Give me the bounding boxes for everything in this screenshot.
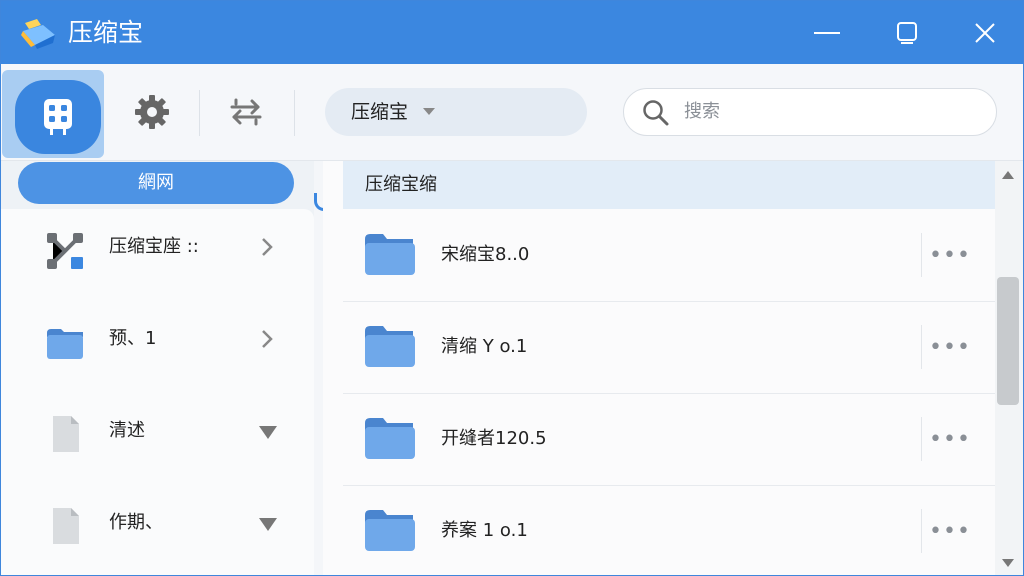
- folder-icon: [47, 329, 83, 359]
- file-list-header: 压缩宝缩: [343, 161, 995, 209]
- folder-icon: [365, 234, 415, 275]
- more-options-button[interactable]: •••: [921, 509, 978, 553]
- search-box[interactable]: 搜索: [623, 88, 997, 136]
- more-options-button[interactable]: •••: [921, 233, 978, 277]
- file-row[interactable]: 养案 1 o.1 •••: [343, 485, 995, 575]
- file-name: 清缩 Y o.1: [441, 336, 528, 357]
- file-name: 开缝者120.5: [441, 428, 547, 449]
- file-row[interactable]: 清缩 Y o.1 •••: [343, 301, 995, 394]
- nav-item-label: 清述: [109, 420, 145, 441]
- gear-icon: [135, 95, 169, 129]
- sync-arrows-icon: [230, 98, 262, 126]
- file-list-panel: 压缩宝缩 宋缩宝8..0 ••• 清缩 Y o.1 ••• 开缝者120.5 •…: [323, 161, 995, 575]
- more-options-button[interactable]: •••: [921, 325, 978, 369]
- scrollbar-thumb[interactable]: [997, 277, 1019, 405]
- file-row[interactable]: 宋缩宝8..0 •••: [343, 209, 995, 302]
- folder-icon: [365, 326, 415, 367]
- file-name: 养案 1 o.1: [441, 520, 528, 541]
- settings-button[interactable]: [127, 86, 177, 138]
- nav-item-folder[interactable]: 预、1: [1, 301, 314, 393]
- chevron-right-icon: [262, 238, 273, 256]
- left-panel-tab[interactable]: 網网: [18, 162, 294, 204]
- toolbar-divider: [199, 90, 200, 136]
- sync-button[interactable]: [221, 86, 271, 138]
- toolbar: 压缩宝 搜索: [1, 64, 1023, 161]
- maximize-icon: [897, 22, 917, 44]
- toolbar-divider: [294, 90, 295, 136]
- file-name: 宋缩宝8..0: [441, 244, 530, 265]
- triangle-down-icon: [259, 518, 277, 531]
- chevron-down-icon: [423, 108, 435, 115]
- nav-item-label: 预、1: [109, 328, 157, 349]
- file-row[interactable]: 开缝者120.5 •••: [343, 393, 995, 486]
- file-list-header-label: 压缩宝缩: [365, 174, 437, 195]
- nav-item-label: 压缩宝座 ::: [109, 236, 199, 257]
- triangle-down-icon: [259, 426, 277, 439]
- home-button[interactable]: [15, 80, 101, 154]
- close-button[interactable]: [959, 11, 1011, 55]
- left-nav-list: 压缩宝座 :: 预、1 清述 作期、: [1, 209, 314, 575]
- file-icon: [53, 508, 79, 544]
- more-options-button[interactable]: •••: [921, 417, 978, 461]
- nav-item-file[interactable]: 作期、: [1, 485, 314, 575]
- chevron-right-icon: [262, 330, 273, 348]
- nav-item-label: 作期、: [109, 512, 163, 533]
- path-dropdown[interactable]: 压缩宝: [325, 88, 587, 136]
- scroll-down-icon[interactable]: [1002, 559, 1014, 567]
- vertical-scrollbar[interactable]: [995, 161, 1023, 575]
- folder-icon: [365, 510, 415, 551]
- nav-item-file[interactable]: 清述: [1, 393, 314, 485]
- maximize-button[interactable]: [881, 11, 933, 55]
- app-title: 压缩宝: [68, 18, 144, 47]
- grid-icon: [44, 99, 72, 135]
- folder-icon: [365, 418, 415, 459]
- search-icon: [643, 100, 669, 126]
- search-placeholder: 搜索: [684, 101, 720, 122]
- title-bar: 压缩宝: [1, 1, 1023, 64]
- left-panel: 網网 压缩宝座 :: 预、1 清述 作期、: [1, 161, 314, 575]
- network-icon: [47, 233, 83, 269]
- scroll-up-icon[interactable]: [1002, 171, 1014, 179]
- app-window: 压缩宝 压缩宝 搜索 網网 压缩宝座:: 预、1 清述 作期、 压缩宝缩 宋缩…: [0, 0, 1024, 576]
- minimize-icon: [814, 32, 840, 34]
- minimize-button[interactable]: [801, 11, 853, 55]
- path-label: 压缩宝: [351, 101, 409, 123]
- file-icon: [53, 416, 79, 452]
- nav-item-network[interactable]: 压缩宝座 ::: [1, 209, 314, 301]
- app-logo-icon: [21, 19, 55, 49]
- close-icon: [975, 23, 995, 43]
